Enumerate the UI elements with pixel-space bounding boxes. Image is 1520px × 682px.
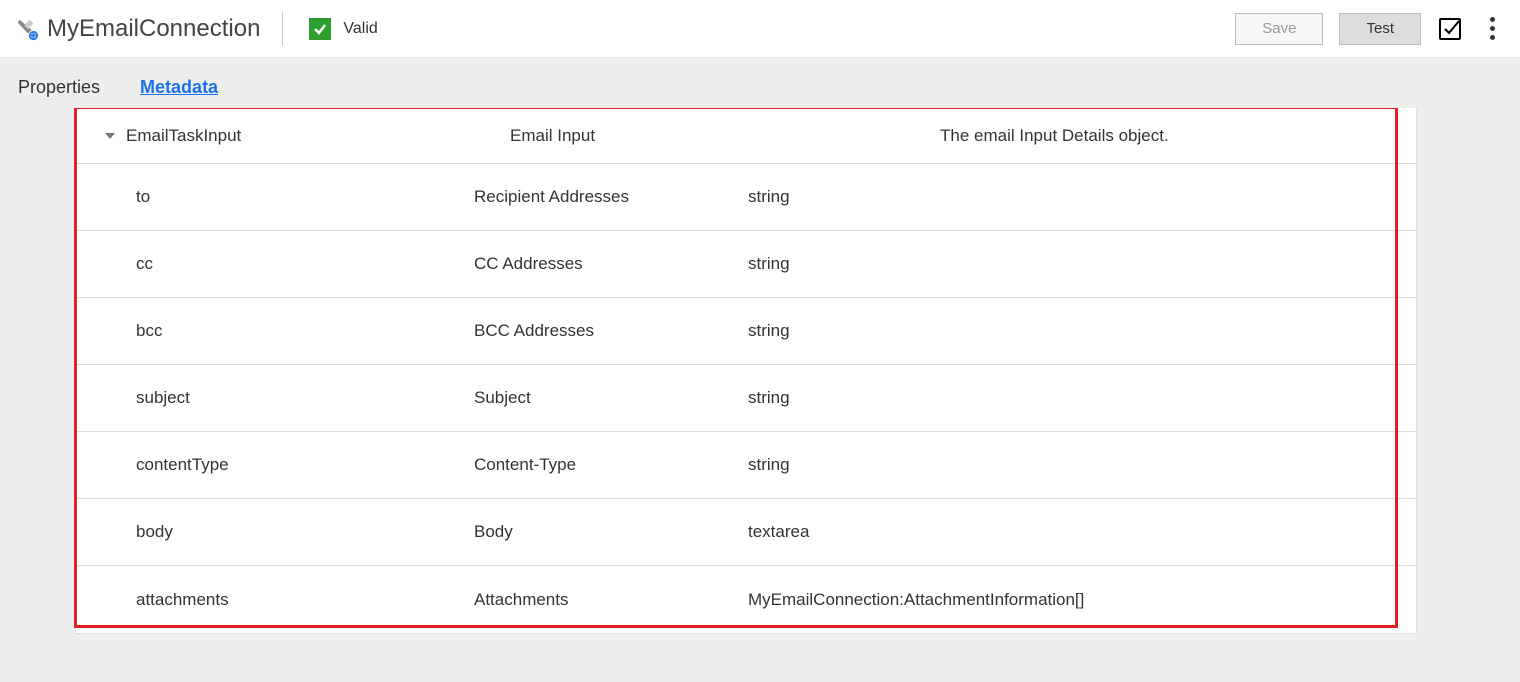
field-name: subject (136, 388, 474, 408)
more-menu-icon[interactable] (1479, 16, 1505, 42)
vertical-divider (282, 12, 283, 46)
field-type: string (748, 388, 952, 408)
field-type: string (748, 187, 952, 207)
field-name: bcc (136, 321, 474, 341)
table-row[interactable]: subject Subject string (76, 365, 1416, 432)
confirm-icon[interactable] (1437, 16, 1463, 42)
tab-properties[interactable]: Properties (18, 67, 100, 108)
header-bar: MyEmailConnection Valid Save Test (0, 0, 1520, 58)
table-row[interactable]: bcc BCC Addresses string (76, 298, 1416, 365)
field-name: attachments (136, 590, 474, 610)
parent-row[interactable]: EmailTaskInput Email Input The email Inp… (76, 108, 1416, 164)
status-badge: Valid (309, 18, 377, 40)
check-icon (309, 18, 331, 40)
parent-desc: The email Input Details object. (940, 126, 1416, 146)
table-row[interactable]: contentType Content-Type string (76, 432, 1416, 499)
field-type: MyEmailConnection:AttachmentInformation[… (748, 590, 1084, 610)
header-left: MyEmailConnection Valid (15, 12, 1235, 46)
field-label: Body (474, 522, 748, 542)
parent-name: EmailTaskInput (126, 126, 510, 146)
field-name: cc (136, 254, 474, 274)
page-title: MyEmailConnection (47, 15, 260, 43)
table-row[interactable]: body Body textarea (76, 499, 1416, 566)
header-right: Save Test (1235, 13, 1505, 45)
field-name: body (136, 522, 474, 542)
metadata-panel: EmailTaskInput Email Input The email Inp… (76, 108, 1416, 633)
field-label: Recipient Addresses (474, 187, 748, 207)
field-label: BCC Addresses (474, 321, 748, 341)
save-button[interactable]: Save (1235, 13, 1323, 45)
field-label: CC Addresses (474, 254, 748, 274)
parent-label: Email Input (510, 126, 940, 146)
tab-metadata[interactable]: Metadata (140, 67, 218, 108)
status-text: Valid (343, 20, 377, 38)
test-button[interactable]: Test (1339, 13, 1421, 45)
field-label: Attachments (474, 590, 748, 610)
field-label: Subject (474, 388, 748, 408)
table-row[interactable]: cc CC Addresses string (76, 231, 1416, 298)
content-area: EmailTaskInput Email Input The email Inp… (0, 108, 1520, 682)
field-type: string (748, 455, 952, 475)
field-name: to (136, 187, 474, 207)
field-type: string (748, 254, 952, 274)
connection-icon (15, 17, 39, 41)
tabs: Properties Metadata (0, 58, 1520, 108)
field-name: contentType (136, 455, 474, 475)
table-row[interactable]: to Recipient Addresses string (76, 164, 1416, 231)
table-row[interactable]: attachments Attachments MyEmailConnectio… (76, 566, 1416, 633)
field-label: Content-Type (474, 455, 748, 475)
field-type: string (748, 321, 952, 341)
field-type: textarea (748, 522, 952, 542)
expand-toggle[interactable] (80, 130, 126, 142)
